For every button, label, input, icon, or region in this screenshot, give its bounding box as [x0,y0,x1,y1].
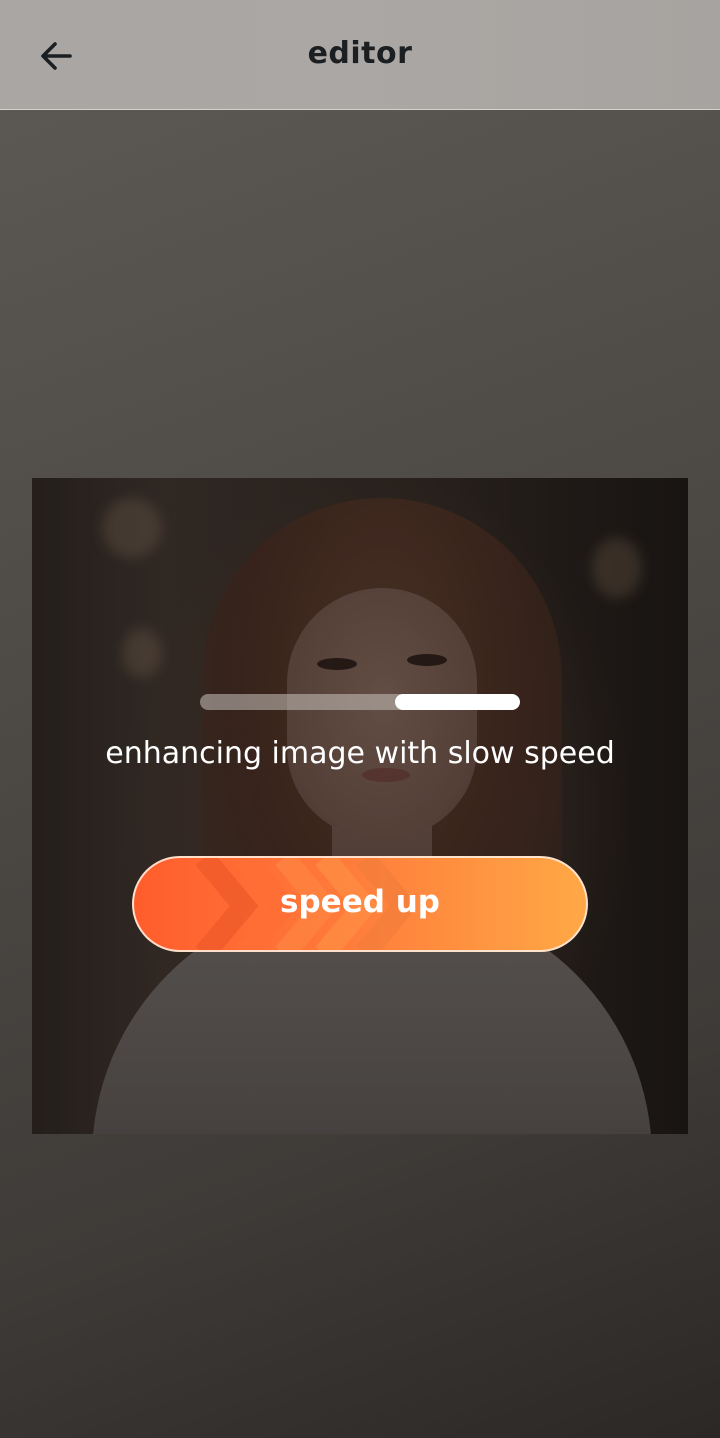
top-app-bar: editor [0,0,720,110]
enhance-status-text: enhancing image with slow speed [105,736,615,771]
enhance-progress-bar [200,694,520,710]
speed-up-label: speed up [280,884,440,920]
page-title: editor [307,36,413,71]
photo-dim-overlay [32,478,688,1134]
editor-screen: editor enhancing image with slow speed s… [0,0,720,1438]
speed-up-button[interactable]: speed up [132,856,588,952]
photo-preview [32,478,688,1134]
enhance-progress-fill [395,694,520,710]
